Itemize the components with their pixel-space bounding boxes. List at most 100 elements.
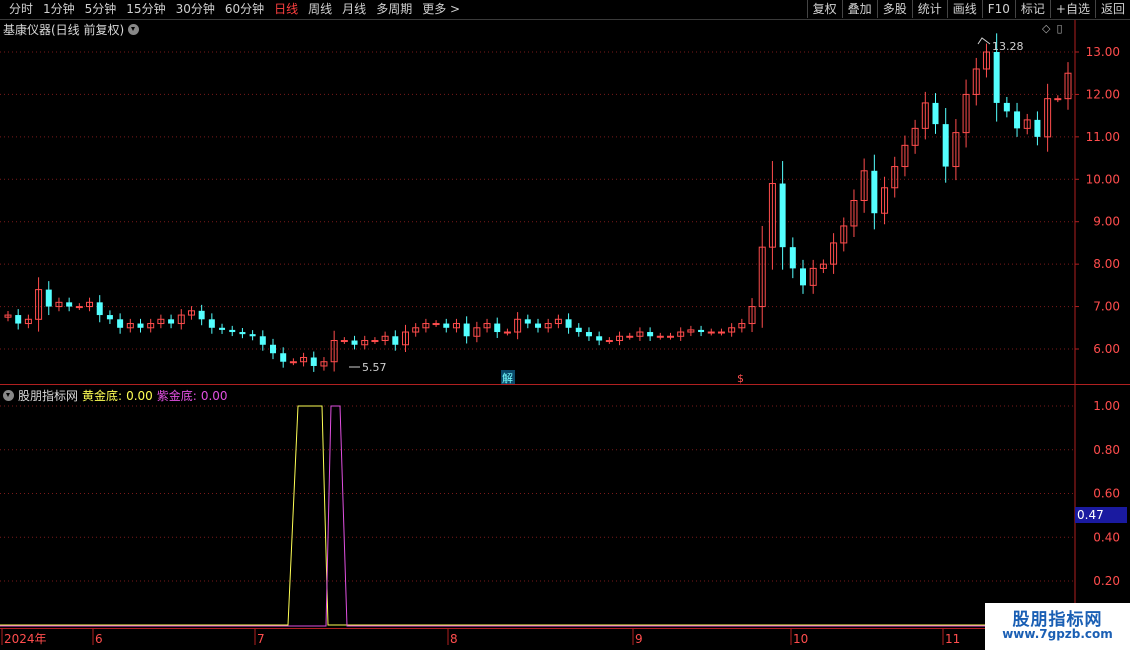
price-tick-label: 6.00 [1093, 342, 1120, 356]
diamond-icon[interactable]: ◇ [1042, 22, 1050, 35]
candle-body [463, 323, 470, 337]
candle-body [239, 332, 246, 335]
event-marker-bg [501, 370, 515, 384]
period-tab[interactable]: 多周期 [371, 1, 417, 18]
chevron-down-icon[interactable] [3, 390, 14, 401]
purple-value: 0.00 [200, 388, 228, 403]
toolbar-button[interactable]: 多股 [876, 0, 912, 18]
period-tab[interactable]: 分时 [4, 1, 38, 18]
candle-body [728, 327, 736, 333]
candle-body [800, 268, 806, 286]
candle-body [126, 323, 134, 329]
period-tab[interactable]: 1分钟 [38, 1, 80, 18]
period-tab[interactable]: 更多 > [417, 1, 465, 18]
toolbar-button[interactable]: 返回 [1094, 0, 1130, 18]
candle-body [422, 323, 430, 329]
candle-body [15, 315, 22, 324]
candle-body [1044, 98, 1052, 138]
candle-body [86, 301, 94, 308]
main-chart-title[interactable]: 基康仪器(日线 前复权) [3, 21, 140, 38]
candle-body [412, 327, 420, 333]
candle-body [270, 344, 276, 354]
candle-body [452, 323, 460, 329]
toolbar-button[interactable]: 复权 [806, 0, 842, 18]
candle-body [647, 332, 654, 337]
chart-canvas[interactable]: 13.00 12.00 11.00 10.00 9.00 8.00 7.00 6.00 1.00… [0, 0, 1130, 650]
price-tick-label: 12.00 [1086, 87, 1120, 101]
time-axis-label: 10 [793, 632, 808, 646]
candle-body [698, 329, 705, 333]
panel-corner-icons: ◇ ▯ [1042, 22, 1063, 35]
candle-body [860, 170, 868, 202]
chevron-down-icon[interactable] [128, 24, 140, 35]
panel-toggle-icon[interactable]: ▯ [1056, 22, 1062, 35]
candle-body [514, 318, 522, 333]
candle-body [616, 335, 624, 342]
candle-body [351, 340, 358, 345]
candle-body [219, 327, 226, 330]
indicator-title: 股朋指标网 黄金底: 0.00 紫金底: 0.00 [3, 387, 228, 404]
time-axis-label: 8 [450, 632, 458, 646]
candle-body [381, 335, 389, 342]
candle-body [300, 356, 308, 363]
candle-body [575, 327, 582, 333]
candle-body [626, 335, 634, 338]
candle-body [677, 331, 685, 337]
period-tab[interactable]: 30分钟 [171, 1, 220, 18]
candle-body [952, 132, 960, 168]
candle-body [554, 318, 562, 325]
toolbar-button[interactable]: 统计 [911, 0, 947, 18]
price-tick-label: 13.00 [1086, 45, 1120, 59]
candle-body [535, 323, 541, 328]
period-tab[interactable]: 15分钟 [121, 1, 170, 18]
candle-body [656, 335, 664, 338]
current-value-tag-bg [1075, 507, 1127, 523]
toolbar-button[interactable]: F10 [981, 0, 1015, 18]
candle-body [717, 331, 725, 334]
indicator-tick-label: 0.20 [1093, 574, 1120, 588]
candle-body [544, 323, 552, 329]
candle-body [96, 302, 103, 316]
top-toolbar: 分时 1分钟 5分钟 15分钟 30分钟 60分钟 日线 周线 月线 多周期 更多 > 复权 叠加 多股… [0, 0, 1130, 20]
candle-body [402, 331, 409, 346]
gold-value: 0.00 [126, 388, 153, 403]
candle-body [779, 183, 786, 248]
candle-body [748, 306, 756, 325]
toolbar-button[interactable]: +自选 [1049, 0, 1095, 18]
period-tab[interactable]: 月线 [337, 1, 371, 18]
candle-body [208, 319, 215, 328]
candle-body [982, 51, 990, 70]
candle-body [45, 289, 52, 307]
candle-body [168, 319, 175, 324]
candle-body [1054, 98, 1062, 101]
candle-body [840, 225, 848, 244]
period-tab[interactable]: 5分钟 [80, 1, 122, 18]
indicator-name: 股朋指标网 [18, 389, 79, 403]
candle-body [75, 306, 83, 309]
period-tab[interactable]: 周线 [303, 1, 337, 18]
site-watermark: 股朋指标网 www.7gpzb.com [985, 603, 1130, 650]
indicator-tick-label: 1.00 [1093, 399, 1120, 413]
toolbar-button[interactable]: 标记 [1014, 0, 1050, 18]
candle-body [106, 315, 113, 320]
candle-body [809, 267, 817, 286]
candle-body [483, 323, 491, 329]
candle-body [993, 52, 1000, 103]
candle-body [1003, 102, 1010, 112]
period-tab[interactable]: 日线 [269, 1, 303, 18]
candle-body [707, 331, 715, 334]
toolbar-button[interactable]: 叠加 [841, 0, 877, 18]
candle-body [249, 334, 256, 337]
candle-body [229, 329, 236, 333]
toolbar-button[interactable]: 画线 [946, 0, 982, 18]
candle-body [881, 187, 889, 214]
candle-body [942, 124, 949, 167]
price-tick-label: 7.00 [1093, 300, 1120, 314]
candle-body [972, 68, 980, 95]
candle-body [596, 336, 603, 341]
candle-body [962, 93, 970, 134]
candle-body [667, 335, 674, 338]
period-tab[interactable]: 60分钟 [220, 1, 269, 18]
candle-body [443, 323, 450, 328]
candle-body [1064, 72, 1072, 100]
